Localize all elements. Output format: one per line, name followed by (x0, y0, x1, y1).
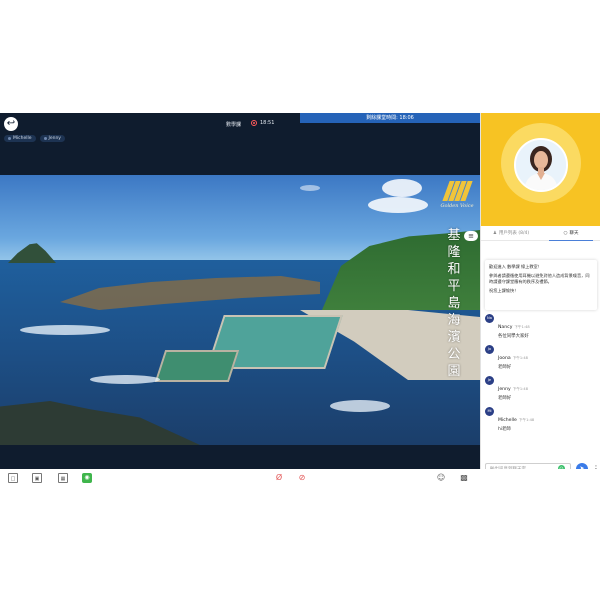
tab-label: 用戶列表 (8/4) (498, 231, 530, 236)
logo-text: Golden Voice (440, 203, 474, 209)
users-icon: ♟ (492, 230, 497, 236)
user-icon (43, 137, 47, 140)
file-icon: □ (10, 476, 16, 482)
back-icon: ↩ (6, 118, 16, 129)
video-foam (20, 325, 110, 335)
chat-toggle-button[interactable]: ▩ (459, 473, 469, 483)
top-bar: ↩ 數學課 18:51 剩餘課堂時間: 18:06 (0, 113, 480, 131)
chat-message: Je Jenny 下午1:48 老師好 (485, 375, 597, 401)
message-text: 老師好 (498, 396, 512, 401)
video-cloud (368, 197, 428, 213)
tab-label: 聊天 (569, 231, 579, 236)
message-time: 下午1:48 (518, 418, 535, 422)
chat-message: Na Nancy 下午1:48 各位同學大家好 (485, 313, 597, 339)
monitor-icon: ▣ (34, 476, 40, 482)
avatar: Je (485, 376, 494, 385)
chat-messages: Na Nancy 下午1:48 各位同學大家好 Jo Joona 下午1:48 老師… (485, 313, 597, 437)
message-author: Joona (498, 356, 511, 361)
video-stage: ↩ 數學課 18:51 剩餘課堂時間: 18:06 Michelle Jenny (0, 113, 480, 469)
menu-icon: ≡ (468, 232, 474, 240)
chat-icon: ○ (563, 230, 568, 236)
user-icon (8, 137, 11, 140)
teacher-portrait (516, 140, 566, 190)
welcome-line: 祝您上課愉快！ (489, 288, 519, 293)
message-time: 下午1:48 (514, 325, 530, 329)
message-time: 下午1:48 (512, 387, 528, 391)
video-pool (154, 350, 240, 382)
camera-icon: ◉ (84, 474, 90, 481)
video-cloud (382, 179, 422, 197)
back-button[interactable]: ↩ (4, 117, 18, 131)
bottom-toolbar: □ ▣ ▦ ◉ Ø ⊘ ☺ ▩ (0, 469, 600, 488)
mic-muted-icon: Ø (275, 473, 283, 482)
participant-chip[interactable]: Michelle (4, 135, 36, 142)
participant-name: Michelle (13, 136, 32, 141)
message-text: hi老師 (498, 427, 511, 432)
panel-tabs: ♟ 用戶列表 (8/4) ○ 聊天 (481, 226, 600, 241)
avatar: Mi (485, 407, 494, 416)
room-title: 數學課 (226, 122, 242, 128)
file-button[interactable]: □ (8, 473, 18, 483)
record-icon (251, 120, 257, 126)
mic-button[interactable]: Ø (274, 473, 284, 483)
class-timer: 18:51 (251, 120, 274, 126)
message-author: Jenny (498, 387, 511, 392)
tab-chat[interactable]: ○ 聊天 (541, 226, 600, 241)
video-cloud (300, 185, 320, 191)
message-text: 各位同學大家好 (498, 334, 529, 339)
participant-chip[interactable]: Jenny (39, 135, 65, 142)
message-text: 老師好 (498, 365, 512, 370)
welcome-notice: 歡迎進入 數學課 線上教室！ 參與者請遵循使用耳機以避免對他人造成背景噪音，同時… (485, 260, 597, 310)
message-time: 下午1:48 (512, 356, 528, 360)
logo-mark (436, 181, 478, 201)
shared-video: Golden Voice 基隆和平島海濱公園 ≡ (0, 175, 480, 445)
emoji-button[interactable]: ☺ (436, 473, 446, 483)
chat-message: Mi Michelle 下午1:48 hi老師 (485, 406, 597, 432)
message-author: Michelle (498, 418, 517, 423)
message-author: Nancy (498, 325, 513, 330)
whiteboard-icon: ▦ (60, 476, 66, 482)
chat-message: Jo Joona 下午1:48 老師好 (485, 344, 597, 370)
video-toggle-button[interactable]: ⊘ (297, 473, 307, 483)
smile-icon: ☺ (436, 473, 446, 482)
participant-chips: Michelle Jenny (4, 135, 65, 142)
video-menu-button[interactable]: ≡ (464, 231, 478, 241)
video-caption: 基隆和平島海濱公園 (447, 228, 461, 379)
welcome-line: 歡迎進入 數學課 線上教室！ (489, 264, 542, 269)
golden-voice-logo: Golden Voice (436, 181, 478, 217)
camera-button[interactable]: ◉ (82, 473, 92, 483)
screen-share-button[interactable]: ▣ (32, 473, 42, 483)
side-panel: ♟ 用戶列表 (8/4) ○ 聊天 歡迎進入 數學課 線上教室！ 參與者請遵循使… (480, 113, 600, 475)
camera-off-icon: ⊘ (298, 473, 306, 482)
welcome-line: 參與者請遵循使用耳機以避免對他人造成背景噪音，同時請遵守課堂應有的秩序及禮節。 (489, 273, 590, 284)
classroom-app: ↩ 數學課 18:51 剩餘課堂時間: 18:06 Michelle Jenny (0, 113, 600, 488)
elapsed-time: 18:51 (260, 120, 275, 126)
tab-user-list[interactable]: ♟ 用戶列表 (8/4) (481, 226, 541, 240)
chat-bubble-icon: ▩ (460, 473, 468, 482)
teacher-video (481, 113, 600, 226)
participant-name: Jenny (48, 136, 61, 141)
video-foam (90, 375, 160, 384)
teacher-avatar (514, 138, 568, 192)
remaining-time-banner: 剩餘課堂時間: 18:06 (300, 113, 480, 123)
avatar: Jo (485, 345, 494, 354)
avatar: Na (485, 314, 494, 323)
whiteboard-button[interactable]: ▦ (58, 473, 68, 483)
video-foam (330, 400, 390, 412)
